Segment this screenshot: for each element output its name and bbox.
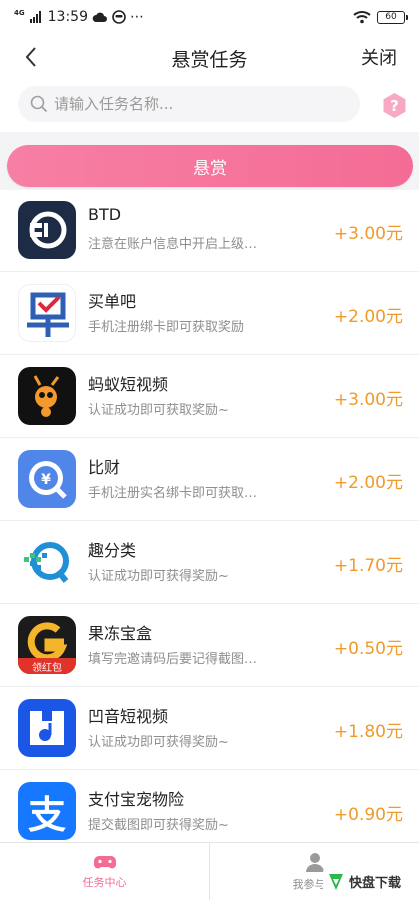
list-item[interactable]: ¥ 比财 手机注册实名绑卡即可获取… +2.00元 (0, 438, 419, 521)
task-desc: 注意在账户信息中开启上级… (88, 237, 258, 252)
page-title: 悬赏任务 (171, 48, 248, 71)
nav-task-center[interactable]: 任务中心 (0, 843, 209, 900)
task-name: 支付宝宠物险 (88, 790, 185, 809)
list-item[interactable]: 买单吧 手机注册绑卡即可获取奖励 +2.00元 (0, 272, 419, 355)
task-name: 趣分类 (88, 541, 137, 560)
alipay-icon: 支 (18, 782, 76, 840)
watermark-icon (329, 874, 343, 890)
task-name: 买单吧 (88, 292, 137, 311)
status-bar: 4G 13:59 ⋯ 60 (0, 0, 419, 34)
tab-reward[interactable]: 悬赏 (7, 145, 413, 187)
search-row: ? (0, 86, 419, 124)
nav-label: 任务中心 (82, 876, 127, 889)
red-packet-badge: 领红包 (32, 663, 62, 674)
task-name: BTD (88, 205, 122, 224)
gamepad-icon (93, 856, 116, 869)
list-item[interactable]: BTD 注意在账户信息中开启上级… +3.00元 (0, 189, 419, 272)
task-desc: 手机注册绑卡即可获取奖励 (88, 320, 245, 335)
signal-icon (29, 11, 41, 23)
wifi-icon (353, 11, 371, 24)
bicai-icon: ¥ (18, 450, 76, 508)
maidanba-icon (18, 284, 76, 342)
ant-video-icon (18, 367, 76, 425)
guodong-icon: 领红包 (18, 616, 76, 674)
list-item[interactable]: 凹音短视频 认证成功即可获得奖励~ +1.80元 (0, 687, 419, 770)
help-icon[interactable]: ? (381, 92, 408, 119)
task-desc: 认证成功即可获得奖励~ (88, 735, 229, 750)
task-reward: +0.90元 (333, 805, 403, 825)
task-desc: 手机注册实名绑卡即可获取… (88, 486, 258, 501)
task-reward: +2.00元 (333, 473, 403, 493)
status-more: ⋯ (129, 9, 144, 25)
task-name: 果冻宝盒 (88, 624, 153, 643)
task-desc: 认证成功即可获得奖励~ (88, 569, 229, 584)
face-icon (112, 10, 126, 24)
task-reward: +3.00元 (333, 390, 403, 410)
list-item[interactable]: 趣分类 认证成功即可获得奖励~ +1.70元 (0, 521, 419, 604)
qufenlei-icon (18, 533, 76, 591)
battery-icon: 60 (377, 10, 408, 24)
nav-bar: 悬赏任务 关闭 (0, 34, 419, 82)
alipay-glyph: 支 (27, 792, 66, 837)
task-reward: +1.70元 (333, 556, 403, 576)
task-reward: +2.00元 (333, 307, 403, 327)
back-arrow-icon[interactable] (18, 43, 46, 71)
task-reward: +0.50元 (333, 639, 403, 659)
task-list: BTD 注意在账户信息中开启上级… +3.00元 买单吧 手机注册绑卡即可获取奖… (0, 189, 419, 853)
list-item[interactable]: 蚂蚁短视频 认证成功即可获取奖励~ +3.00元 (0, 355, 419, 438)
btd-icon (18, 201, 76, 259)
task-desc: 认证成功即可获取奖励~ (88, 403, 229, 418)
task-name: 蚂蚁短视频 (88, 375, 169, 394)
cloud-icon (92, 12, 107, 22)
watermark-text: 快盘下载 (349, 876, 402, 891)
list-item[interactable]: 支 支付宝宠物险 提交截图即可获得奖励~ +0.90元 (0, 770, 419, 853)
aoyin-icon (18, 699, 76, 757)
search-box[interactable] (18, 86, 360, 122)
task-name: 凹音短视频 (88, 707, 169, 726)
task-desc: 提交截图即可获得奖励~ (88, 818, 229, 833)
task-reward: +1.80元 (333, 722, 403, 742)
network-type: 4G (14, 9, 25, 17)
list-item[interactable]: 领红包 果冻宝盒 填写完邀请码后要记得截图… +0.50元 (0, 604, 419, 687)
task-name: 比财 (88, 458, 121, 477)
task-reward: +3.00元 (333, 224, 403, 244)
watermark-logo: 快盘下载 (323, 868, 415, 896)
status-left: 4G 13:59 ⋯ (14, 9, 144, 25)
close-button[interactable]: 关闭 (361, 44, 397, 70)
status-time: 13:59 (47, 9, 88, 25)
user-icon (305, 853, 324, 872)
svg-text:¥: ¥ (41, 472, 51, 488)
task-desc: 填写完邀请码后要记得截图… (88, 652, 258, 667)
svg-text:?: ? (390, 97, 399, 115)
status-right: 60 (353, 10, 408, 24)
search-icon (30, 95, 48, 113)
search-input[interactable] (54, 95, 334, 113)
